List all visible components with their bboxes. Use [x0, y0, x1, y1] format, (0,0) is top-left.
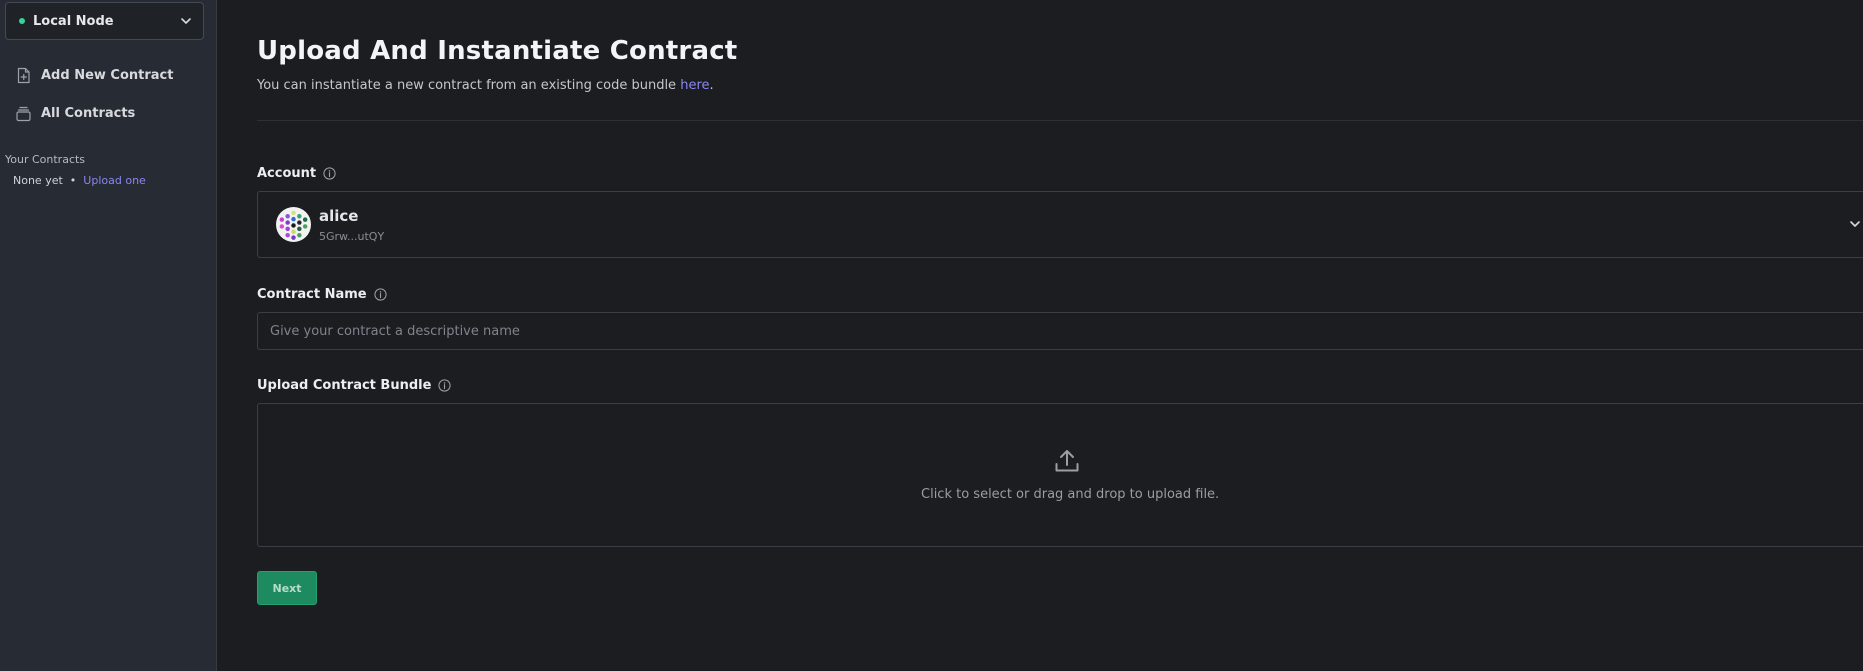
your-contracts-heading: Your Contracts: [5, 153, 86, 166]
upload-one-link[interactable]: Upload one: [83, 174, 146, 187]
file-plus-icon: [17, 67, 30, 83]
chevron-down-icon: [179, 14, 193, 28]
account-name: alice: [319, 206, 359, 225]
next-button[interactable]: Next: [257, 571, 317, 605]
contract-name-input[interactable]: [257, 312, 1863, 350]
sidebar-item-all-contracts[interactable]: All Contracts: [0, 100, 216, 126]
info-icon[interactable]: [323, 167, 336, 180]
empty-state-text: None yet: [13, 174, 63, 187]
info-icon[interactable]: [373, 288, 387, 301]
your-contracts-empty: None yet • Upload one: [13, 174, 146, 187]
divider: [257, 120, 1863, 121]
sidebar-item-label: All Contracts: [41, 105, 136, 121]
sidebar-nav: Add New Contract All Contracts: [0, 62, 216, 138]
chevron-down-icon: [1850, 221, 1860, 227]
page-title: Upload And Instantiate Contract: [257, 36, 738, 66]
page-subtitle: You can instantiate a new contract from …: [257, 78, 714, 93]
account-info: alice 5Grw...utQY: [319, 207, 384, 243]
subtitle-period: .: [709, 78, 714, 93]
account-avatar: [276, 207, 311, 242]
node-selector-label: Local Node: [33, 13, 114, 29]
sidebar: Local Node Add New Contract All Contract…: [0, 0, 217, 671]
upload-label-row: Upload Contract Bundle: [257, 378, 452, 393]
main-content: Upload And Instantiate Contract You can …: [257, 0, 1863, 671]
upload-icon: [1055, 450, 1079, 472]
info-icon[interactable]: [438, 379, 452, 392]
account-address: 5Grw...utQY: [319, 229, 385, 243]
sidebar-item-label: Add New Contract: [41, 67, 174, 83]
code-bundle-link[interactable]: here: [680, 78, 709, 93]
contract-name-label-row: Contract Name: [257, 287, 387, 302]
account-select[interactable]: alice 5Grw...utQY: [257, 191, 1863, 258]
upload-dropzone[interactable]: Click to select or drag and drop to uplo…: [257, 403, 1863, 547]
connection-status-dot: [19, 18, 25, 24]
node-selector[interactable]: Local Node: [5, 2, 204, 40]
sidebar-item-add-new-contract[interactable]: Add New Contract: [0, 62, 216, 88]
subtitle-text: You can instantiate a new contract from …: [257, 78, 681, 93]
account-label-row: Account: [257, 166, 336, 181]
account-label: Account: [257, 166, 317, 181]
separator-dot: •: [69, 174, 77, 187]
upload-hint: Click to select or drag and drop to uplo…: [921, 487, 1220, 502]
upload-bundle-label: Upload Contract Bundle: [257, 378, 432, 393]
collection-icon: [16, 106, 31, 121]
contract-name-label: Contract Name: [257, 287, 367, 302]
